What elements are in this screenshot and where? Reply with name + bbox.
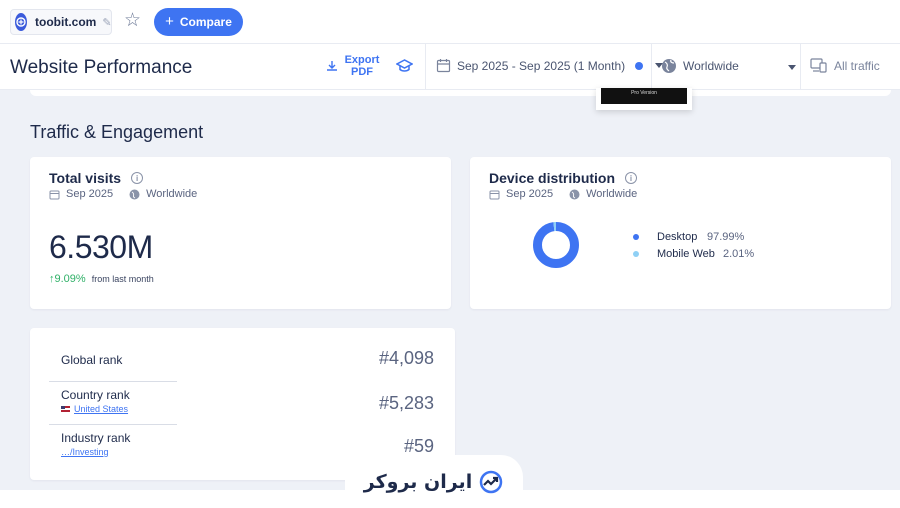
- legend-name: Desktop: [657, 230, 698, 243]
- country-rank-label: Country rank: [61, 388, 130, 402]
- export-pdf-button[interactable]: Export PDF: [326, 54, 380, 78]
- legend-dot: [633, 250, 639, 257]
- info-icon[interactable]: i: [625, 172, 638, 184]
- top-bar: toobit.com ✎ ☆ + Compare: [0, 0, 900, 44]
- total-visits-title-text: Total visits: [49, 170, 122, 186]
- total-visits-meta: Sep 2025 Worldwide: [49, 188, 197, 200]
- section-title: Traffic & Engagement: [30, 122, 204, 142]
- header-divider: [651, 44, 652, 90]
- watermark-text: ایران بروکر: [363, 470, 473, 493]
- date-range-label: Sep 2025 - Sep 2025 (1 Month): [457, 58, 626, 73]
- calendar-icon: [436, 59, 451, 73]
- industry-rank-value: #59: [403, 436, 434, 456]
- trend-chart-icon: [479, 470, 503, 493]
- download-icon: [327, 61, 337, 71]
- globe-icon: [569, 189, 580, 199]
- country-rank-link-text: United States: [74, 404, 129, 414]
- status-dot: [635, 61, 644, 70]
- globe-icon: [662, 59, 676, 73]
- device-distribution-title-text: Device distribution: [489, 170, 616, 186]
- industry-rank-label: Industry rank: [61, 431, 131, 445]
- graduation-cap-icon[interactable]: [396, 59, 413, 73]
- date-range-selector[interactable]: Sep 2025 - Sep 2025 (1 Month): [436, 58, 664, 73]
- legend-dot: [633, 233, 639, 240]
- devices-icon: [810, 58, 827, 73]
- legend-name: Mobile Web: [657, 247, 715, 260]
- global-rank-label: Global rank: [61, 353, 123, 367]
- calendar-icon: [489, 190, 500, 199]
- edit-pencil-icon[interactable]: ✎: [102, 16, 111, 29]
- total-visits-title: Total visits i: [49, 170, 144, 186]
- calendar-icon: [49, 190, 60, 199]
- legend-item: Desktop 97.99%: [633, 228, 754, 245]
- site-chip[interactable]: toobit.com ✎: [10, 9, 112, 35]
- country-rank-link[interactable]: United States: [61, 404, 128, 414]
- change-label: from last month: [91, 274, 154, 284]
- previous-card-edge: [30, 90, 891, 96]
- pro-version-badge: Pro Version: [601, 88, 687, 104]
- device-distribution-meta: Sep 2025 Worldwide: [489, 188, 637, 200]
- star-icon[interactable]: ☆: [124, 11, 141, 30]
- legend-value: 97.99%: [707, 230, 745, 243]
- country-rank-row: Country rank United States #5,283: [49, 381, 434, 424]
- device-distribution-title: Device distribution i: [489, 170, 638, 186]
- total-visits-card: Total visits i Sep 2025 Worldwide 6.530M…: [30, 157, 451, 309]
- total-visits-value: 6.530M: [49, 229, 153, 265]
- pro-version-popup[interactable]: Pro Version: [596, 88, 692, 110]
- traffic-selector[interactable]: All traffic: [810, 58, 880, 73]
- header-divider: [425, 44, 426, 90]
- export-pdf-label: Export PDF: [344, 54, 380, 78]
- device-legend: Desktop 97.99% Mobile Web 2.01%: [633, 228, 754, 262]
- device-period: Sep 2025: [506, 188, 554, 200]
- total-visits-change: ↑ 9.09% from last month: [49, 273, 154, 285]
- geo-label: Worldwide: [683, 59, 739, 73]
- total-visits-geo: Worldwide: [146, 188, 198, 200]
- legend-value: 2.01%: [723, 247, 755, 260]
- legend-item: Mobile Web 2.01%: [633, 245, 754, 262]
- device-donut-chart: [533, 222, 579, 268]
- change-value: 9.09%: [54, 273, 86, 285]
- global-rank-row: Global rank #4,098: [49, 328, 434, 381]
- industry-rank-link[interactable]: …/Investing: [61, 447, 109, 457]
- global-rank-value: #4,098: [378, 348, 434, 368]
- device-distribution-card: Device distribution i Sep 2025 Worldwide…: [470, 157, 891, 309]
- site-favicon-icon: [15, 13, 27, 31]
- info-icon[interactable]: i: [131, 172, 144, 184]
- us-flag-icon: [61, 406, 70, 412]
- donut-slice-desktop: [533, 222, 579, 268]
- compare-label: Compare: [179, 15, 232, 29]
- traffic-label: All traffic: [834, 58, 880, 73]
- device-geo: Worldwide: [586, 188, 638, 200]
- header-bar: Website Performance Export PDF Sep 2025 …: [0, 44, 900, 90]
- page-title: Website Performance: [10, 57, 193, 78]
- chevron-down-icon[interactable]: [788, 65, 796, 70]
- geo-selector[interactable]: Worldwide: [661, 58, 739, 74]
- pro-version-text: Pro Version: [631, 90, 657, 96]
- total-visits-period: Sep 2025: [66, 188, 114, 200]
- watermark-logo: ایران بروکر: [345, 455, 523, 508]
- compare-button[interactable]: + Compare: [154, 8, 243, 36]
- country-rank-value: #5,283: [378, 393, 434, 413]
- site-name: toobit.com: [35, 15, 97, 29]
- globe-icon: [129, 189, 140, 199]
- header-divider: [800, 44, 801, 90]
- plus-icon: +: [165, 13, 174, 30]
